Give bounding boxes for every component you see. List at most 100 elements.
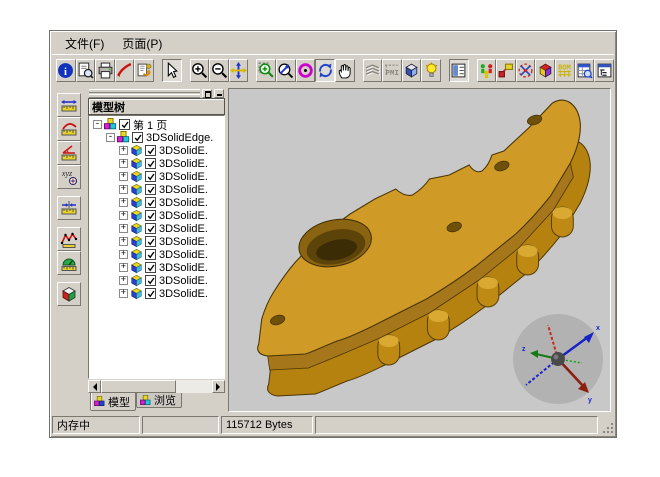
pan-button[interactable] (229, 59, 249, 82)
zoom-out-button[interactable] (209, 59, 229, 82)
report-button[interactable] (575, 59, 595, 82)
measure-area-button[interactable] (57, 251, 81, 275)
expand-icon[interactable]: + (119, 172, 128, 181)
measure-gap-button[interactable] (57, 196, 81, 220)
tree-item-label[interactable]: 3DSolidE. (159, 145, 208, 157)
tree-checkbox[interactable] (145, 171, 156, 182)
pmi-button[interactable]: PMI (382, 59, 402, 82)
expand-icon[interactable]: + (119, 185, 128, 194)
scrollbar-track[interactable] (101, 380, 212, 393)
pan-hand-button[interactable] (335, 59, 355, 82)
tree-checkbox[interactable] (145, 275, 156, 286)
menu-page[interactable]: 页面(P) (122, 35, 162, 52)
tree-checkbox[interactable] (145, 210, 156, 221)
tree-checkbox[interactable] (132, 132, 143, 143)
measure-curve-button[interactable] (57, 227, 81, 251)
tree-checkbox[interactable] (145, 236, 156, 247)
tree-item-label[interactable]: 3DSolidE. (159, 288, 208, 300)
tab-model[interactable]: 模型 (90, 393, 136, 411)
scroll-left-button[interactable] (88, 380, 101, 393)
bom-button[interactable]: BOM (555, 59, 575, 82)
tree-item-label[interactable]: 3DSolidE. (159, 197, 208, 209)
layers-button[interactable] (363, 59, 383, 82)
solid-view-button[interactable] (535, 59, 555, 82)
light-button[interactable] (421, 59, 441, 82)
tree-item-label[interactable]: 3DSolidE. (159, 158, 208, 170)
expand-icon[interactable]: + (119, 237, 128, 246)
svg-text:i: i (64, 67, 67, 78)
tree-item-label[interactable]: 第 1 页 (133, 117, 167, 133)
expand-icon[interactable]: + (119, 159, 128, 168)
display-mode-button[interactable] (402, 59, 422, 82)
tree-checkbox[interactable] (145, 197, 156, 208)
gripper[interactable] (89, 88, 200, 98)
part-cube-icon (130, 222, 143, 235)
scroll-right-button[interactable] (212, 380, 225, 393)
explode-button[interactable] (516, 59, 536, 82)
rotate-center-button[interactable] (296, 59, 316, 82)
panel-maximize-button[interactable] (202, 89, 212, 98)
collapse-icon[interactable]: - (106, 133, 115, 142)
tree-item-label[interactable]: 3DSolidE. (159, 171, 208, 183)
rotate-button[interactable] (315, 59, 335, 82)
measure-distance-button[interactable] (57, 93, 81, 117)
print-preview-button[interactable] (76, 59, 96, 82)
expand-icon[interactable]: + (119, 224, 128, 233)
menu-file[interactable]: 文件(F) (65, 35, 104, 52)
tree-item-label[interactable]: 3DSolidE. (159, 210, 208, 222)
zoom-window-button[interactable] (256, 59, 276, 82)
tree-checkbox[interactable] (145, 288, 156, 299)
expand-icon[interactable]: + (119, 146, 128, 155)
tree-checkbox[interactable] (145, 158, 156, 169)
expand-icon[interactable]: + (119, 211, 128, 220)
zoom-pointer-button[interactable] (276, 59, 296, 82)
measure-coordinate-button[interactable]: xyz (57, 165, 81, 189)
zoom-in-button[interactable] (190, 59, 210, 82)
cursor-icon (163, 62, 180, 79)
expand-icon[interactable]: + (119, 198, 128, 207)
tree-item-label[interactable]: 3DSolidE. (159, 275, 208, 287)
assembly-button[interactable] (477, 59, 497, 82)
move-part-button[interactable] (496, 59, 516, 82)
tree-checkbox[interactable] (145, 184, 156, 195)
info-button[interactable]: i (56, 59, 76, 82)
tree-item-label[interactable]: 3DSolidE. (159, 236, 208, 248)
structure-button[interactable] (594, 59, 614, 82)
panel-minimize-button[interactable] (214, 89, 224, 98)
tree-checkbox[interactable] (119, 119, 130, 130)
resize-grip[interactable] (600, 416, 614, 434)
check-icon (134, 134, 142, 142)
tree-checkbox[interactable] (145, 249, 156, 260)
tree-item-label[interactable]: 3DSolidE. (159, 262, 208, 274)
measure-gap-icon (60, 199, 78, 217)
tree-item-label[interactable]: 3DSolidEdge. (146, 132, 213, 144)
tree-h-scrollbar[interactable] (88, 380, 225, 393)
expand-icon[interactable]: + (119, 276, 128, 285)
tree-checkbox[interactable] (145, 262, 156, 273)
scrollbar-thumb[interactable] (101, 380, 176, 393)
expand-icon[interactable]: + (119, 289, 128, 298)
viewport-3d[interactable]: x y z (228, 88, 611, 412)
tree-item-label[interactable]: 3DSolidE. (159, 184, 208, 196)
panel-tabs: 模型 浏览 (88, 393, 225, 412)
tab-browse[interactable]: 浏览 (136, 393, 182, 408)
tree-checkbox[interactable] (145, 223, 156, 234)
measure-radius-button[interactable] (57, 117, 81, 141)
tree-panel-toggle-button[interactable] (449, 59, 469, 82)
model-view-button[interactable] (57, 282, 81, 306)
print-button[interactable] (95, 59, 115, 82)
tree-checkbox[interactable] (145, 145, 156, 156)
tree-item-label[interactable]: 3DSolidE. (159, 223, 208, 235)
collapse-icon[interactable]: - (93, 120, 102, 129)
export-button[interactable] (134, 59, 154, 82)
markup-button[interactable] (115, 59, 135, 82)
tree-row: - 3DSolidEdge. (89, 131, 224, 144)
expand-icon[interactable]: + (119, 263, 128, 272)
panel-title-bar[interactable] (88, 88, 225, 98)
measure-angle-button[interactable] (57, 141, 81, 165)
measure-radius-icon (60, 120, 78, 138)
select-button[interactable] (162, 59, 182, 82)
tree-item-label[interactable]: 3DSolidE. (159, 249, 208, 261)
expand-icon[interactable]: + (119, 250, 128, 259)
part-cube-icon (130, 209, 143, 222)
